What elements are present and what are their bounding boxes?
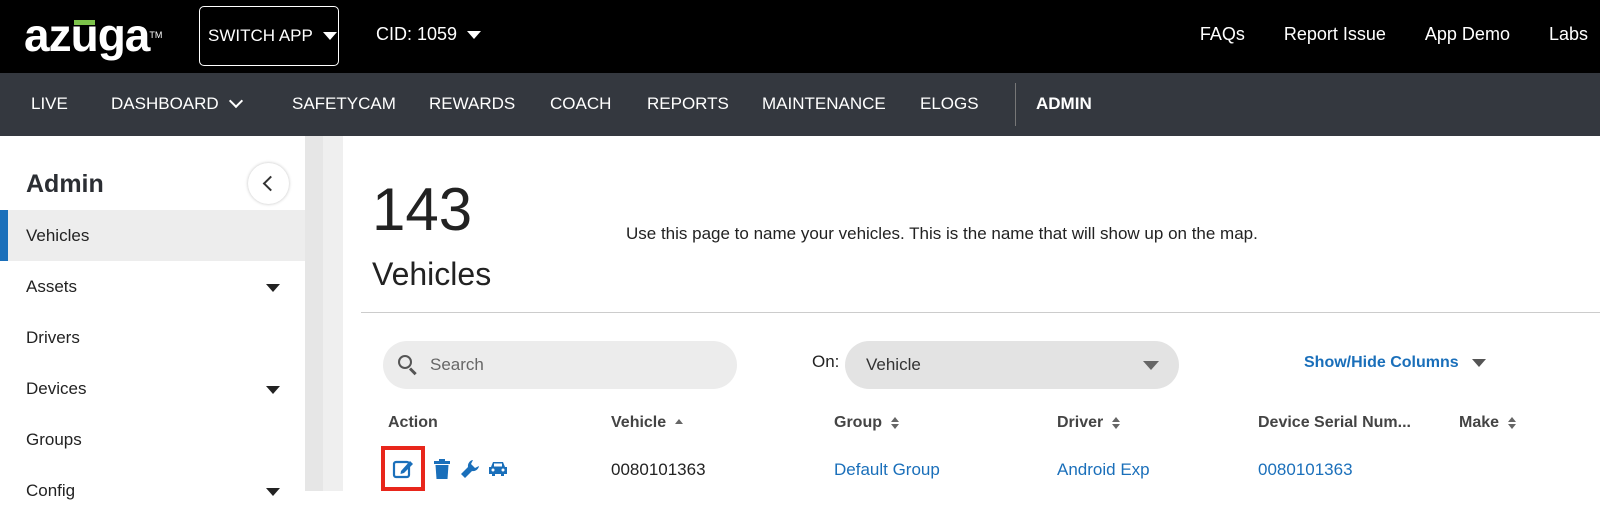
divider bbox=[361, 312, 1600, 313]
column-header-group[interactable]: Group bbox=[834, 414, 899, 432]
column-header-make[interactable]: Make bbox=[1459, 414, 1517, 432]
cell-group-link[interactable]: Default Group bbox=[834, 460, 940, 480]
row-actions bbox=[381, 446, 509, 491]
labs-link[interactable]: Labs bbox=[1549, 24, 1588, 45]
nav-safetycam[interactable]: SAFETYCAM bbox=[292, 94, 396, 114]
caret-down-icon bbox=[266, 284, 280, 292]
logo-trademark: TM bbox=[149, 30, 163, 40]
sidebar-gutter-inner bbox=[323, 136, 343, 491]
cell-driver-link[interactable]: Android Exp bbox=[1057, 460, 1150, 480]
cell-device-serial-link[interactable]: 0080101363 bbox=[1258, 460, 1353, 480]
show-hide-columns-button[interactable]: Show/Hide Columns bbox=[1304, 354, 1486, 372]
sidebar-item-drivers[interactable]: Drivers bbox=[0, 312, 305, 363]
cid-label: CID: 1059 bbox=[376, 24, 458, 44]
faqs-link[interactable]: FAQs bbox=[1200, 24, 1245, 45]
sidebar-item-groups[interactable]: Groups bbox=[0, 414, 305, 465]
search-field-value: Vehicle bbox=[866, 355, 921, 374]
vehicle-count-label: Vehicles bbox=[372, 256, 492, 292]
sidebar-title: Admin bbox=[26, 170, 104, 198]
column-header-label: Device Serial Num... bbox=[1258, 414, 1411, 431]
on-label: On: bbox=[812, 352, 840, 371]
nav-dashboard[interactable]: DASHBOARD bbox=[111, 93, 243, 114]
report-issue-link[interactable]: Report Issue bbox=[1284, 24, 1386, 45]
nav-maintenance[interactable]: MAINTENANCE bbox=[762, 94, 886, 114]
sort-ascending-icon bbox=[675, 418, 684, 424]
main-nav: LIVE DASHBOARD SAFETYCAM REWARDS COACH R… bbox=[0, 73, 1600, 136]
column-header-label: Vehicle bbox=[611, 414, 667, 431]
top-links: FAQs Report Issue App Demo Labs bbox=[1200, 24, 1600, 45]
search-icon bbox=[398, 355, 418, 376]
nav-divider bbox=[1015, 83, 1016, 126]
caret-down-icon bbox=[1143, 361, 1159, 370]
sidebar-item-vehicles[interactable]: Vehicles bbox=[0, 210, 305, 261]
maintenance-button[interactable] bbox=[459, 458, 481, 480]
sidebar-item-label: Assets bbox=[26, 276, 78, 296]
nav-dashboard-label: DASHBOARD bbox=[111, 94, 219, 113]
column-header-driver[interactable]: Driver bbox=[1057, 414, 1121, 432]
cell-vehicle: 0080101363 bbox=[611, 460, 706, 479]
edit-icon bbox=[392, 460, 413, 478]
azuga-logo[interactable]: azugaTM bbox=[24, 10, 162, 60]
sidebar-item-label: Vehicles bbox=[26, 225, 90, 245]
sort-icon bbox=[1112, 417, 1121, 429]
sidebar-item-devices[interactable]: Devices bbox=[0, 363, 305, 414]
delete-button[interactable] bbox=[431, 458, 453, 480]
switch-app-button[interactable]: SWITCH APP bbox=[199, 6, 339, 66]
search-input[interactable] bbox=[430, 355, 720, 375]
sidebar-item-assets[interactable]: Assets bbox=[0, 261, 305, 312]
switch-app-label: SWITCH APP bbox=[208, 26, 313, 45]
caret-down-icon bbox=[266, 488, 280, 496]
edit-button[interactable] bbox=[381, 446, 425, 491]
nav-reports[interactable]: REPORTS bbox=[647, 94, 729, 114]
collapse-sidebar-button[interactable] bbox=[248, 163, 289, 204]
trash-icon bbox=[434, 458, 450, 479]
cid-selector[interactable]: CID: 1059 bbox=[376, 24, 482, 45]
nav-admin[interactable]: ADMIN bbox=[1036, 94, 1092, 114]
chevron-down-icon bbox=[228, 93, 243, 109]
column-header-label: Make bbox=[1459, 414, 1500, 431]
nav-coach[interactable]: COACH bbox=[550, 94, 611, 114]
caret-down-icon bbox=[266, 386, 280, 394]
search-field-select[interactable]: Vehicle bbox=[845, 341, 1179, 389]
column-header-device-serial[interactable]: Device Serial Num... bbox=[1258, 414, 1411, 432]
sort-icon bbox=[891, 417, 899, 429]
sidebar-item-label: Devices bbox=[26, 378, 87, 398]
column-header-action: Action bbox=[388, 414, 438, 432]
nav-elogs[interactable]: ELOGS bbox=[920, 94, 979, 114]
top-bar: azugaTM SWITCH APP CID: 1059 FAQs Report… bbox=[0, 0, 1600, 73]
search-box[interactable] bbox=[383, 341, 737, 389]
caret-down-icon bbox=[1471, 359, 1486, 367]
vehicle-settings-button[interactable] bbox=[487, 458, 509, 480]
wrench-icon bbox=[461, 459, 479, 478]
page-description: Use this page to name your vehicles. Thi… bbox=[626, 224, 1258, 243]
app-demo-link[interactable]: App Demo bbox=[1425, 24, 1510, 45]
column-header-vehicle[interactable]: Vehicle bbox=[611, 414, 684, 432]
sidebar-item-label: Drivers bbox=[26, 327, 80, 347]
caret-down-icon bbox=[467, 30, 482, 39]
sidebar-item-label: Groups bbox=[26, 429, 82, 449]
sort-icon bbox=[1508, 417, 1517, 429]
column-header-label: Action bbox=[388, 414, 438, 431]
nav-rewards[interactable]: REWARDS bbox=[429, 94, 515, 114]
column-header-label: Group bbox=[834, 414, 882, 431]
show-hide-columns-label: Show/Hide Columns bbox=[1304, 354, 1459, 371]
car-settings-icon bbox=[489, 461, 507, 476]
admin-sidebar: Admin Vehicles Assets Drivers Devices Gr… bbox=[0, 136, 305, 500]
vehicle-count: 143 bbox=[372, 176, 473, 243]
caret-down-icon bbox=[322, 32, 337, 40]
nav-live[interactable]: LIVE bbox=[31, 94, 68, 114]
column-header-label: Driver bbox=[1057, 414, 1104, 431]
